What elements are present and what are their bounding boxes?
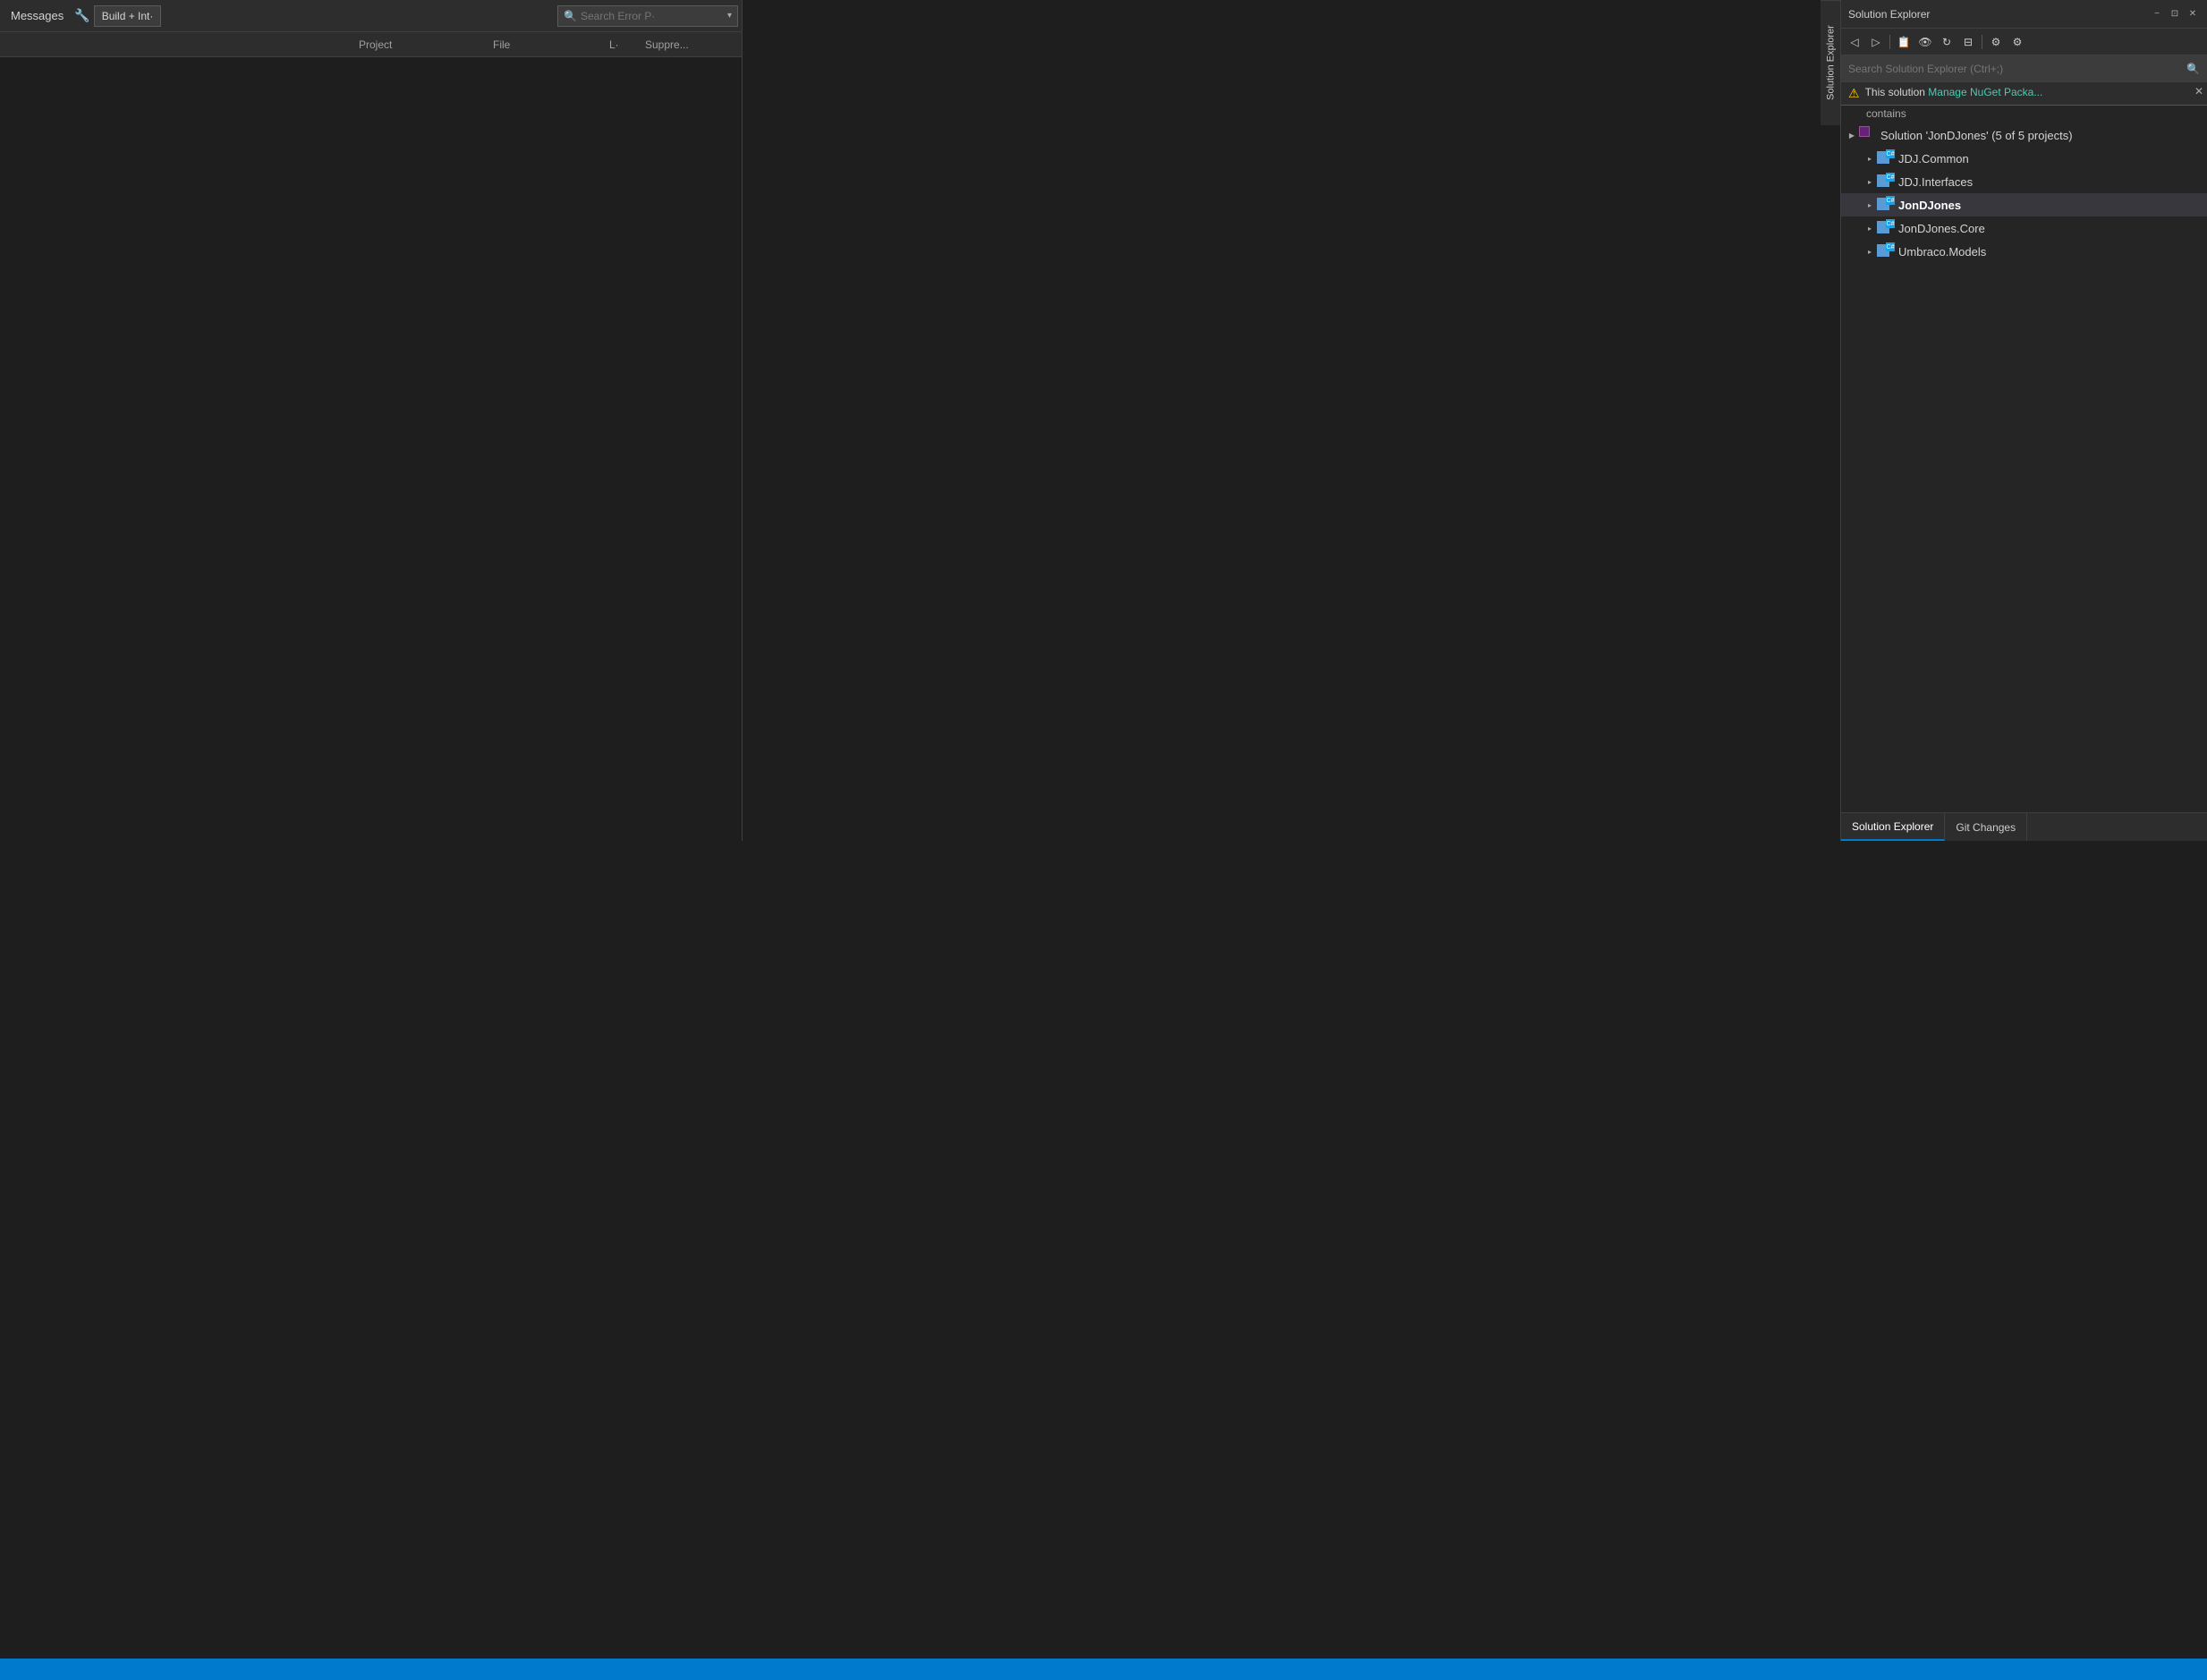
jdj-interfaces-label: JDJ.Interfaces — [1898, 175, 1973, 189]
umbraco-models-icon: C# — [1877, 242, 1895, 260]
error-list-columns: Project File L· Suppre... — [0, 32, 742, 57]
solution-explorer-panel: Solution Explorer − ⊡ ✕ ◁ ▷ 📋 👁 ↻ ⊟ ⚙ ⚙ … — [1840, 0, 2207, 841]
umbraco-models-expand: ▸ — [1863, 244, 1877, 259]
solution-label: Solution 'JonDJones' (5 of 5 projects) — [1880, 129, 2073, 142]
warning-banner: ⚠ This solution Manage NuGet Packa... ✕ — [1841, 82, 2207, 106]
jdj-interfaces-expand: ▸ — [1863, 174, 1877, 189]
se-properties-btn[interactable]: 📋 — [1894, 32, 1914, 52]
jondjones-core-expand: ▸ — [1863, 221, 1877, 235]
nuget-link[interactable]: Manage NuGet Packa... — [1928, 86, 2042, 98]
se-refresh-btn[interactable]: ↻ — [1937, 32, 1957, 52]
banner-contains: contains — [1841, 106, 2207, 123]
search-dropdown-icon: ▾ — [727, 11, 732, 21]
jdj-common-icon: C# — [1877, 149, 1895, 167]
se-tree: ▶ Solution 'JonDJones' (5 of 5 projects)… — [1841, 123, 2207, 812]
close-icon[interactable]: ✕ — [2186, 7, 2200, 21]
search-icon: 🔍 — [564, 10, 577, 22]
col-line-header: L· — [609, 38, 645, 51]
solution-icon — [1859, 126, 1877, 144]
project-item-jondjones-core[interactable]: ▸ C# JonDJones.Core — [1841, 216, 2207, 240]
se-forward-btn[interactable]: ▷ — [1866, 32, 1886, 52]
build-int-button[interactable]: Build + Int· — [94, 5, 162, 27]
vertical-tab-solution-explorer[interactable]: Solution Explorer — [1821, 0, 1842, 125]
messages-tab-label: Messages — [4, 5, 71, 26]
dock-icon[interactable]: ⊡ — [2168, 7, 2182, 21]
tab-solution-explorer-label: Solution Explorer — [1852, 820, 1933, 833]
vertical-tab-label: Solution Explorer — [1826, 26, 1837, 101]
project-item-jondjones[interactable]: ▸ C# JonDJones — [1841, 193, 2207, 216]
se-bottom-tabs: Solution Explorer Git Changes — [1841, 812, 2207, 841]
se-search-icon: 🔍 — [2186, 63, 2200, 75]
tab-git-changes-label: Git Changes — [1956, 821, 2016, 834]
jondjones-expand: ▸ — [1863, 198, 1877, 212]
se-filter-btn[interactable]: ⚙ — [1986, 32, 2006, 52]
project-item-jdj-interfaces[interactable]: ▸ C# JDJ.Interfaces — [1841, 170, 2207, 193]
col-suppress-header: Suppre... — [645, 38, 734, 51]
se-collapse-all-btn[interactable]: ⊟ — [1958, 32, 1978, 52]
se-back-btn[interactable]: ◁ — [1845, 32, 1864, 52]
se-search-input[interactable] — [1848, 63, 2183, 75]
toolbar-icon: 🔧 — [74, 8, 89, 23]
se-title-bar: Solution Explorer − ⊡ ✕ — [1841, 0, 2207, 29]
se-title: Solution Explorer — [1848, 8, 2150, 21]
jdj-common-label: JDJ.Common — [1898, 152, 1969, 165]
se-toolbar-sep1 — [1889, 35, 1890, 49]
warning-icon: ⚠ — [1848, 86, 1860, 101]
se-toolbar: ◁ ▷ 📋 👁 ↻ ⊟ ⚙ ⚙ — [1841, 29, 2207, 55]
project-item-jdj-common[interactable]: ▸ C# JDJ.Common — [1841, 147, 2207, 170]
warning-this-solution: This solution — [1865, 86, 1925, 98]
error-list-body — [0, 57, 742, 841]
pin-icon[interactable]: − — [2150, 7, 2164, 21]
solution-expand-icon: ▶ — [1845, 128, 1859, 142]
project-item-umbraco-models[interactable]: ▸ C# Umbraco.Models — [1841, 240, 2207, 263]
se-show-all-btn[interactable]: 👁 — [1915, 32, 1935, 52]
jondjones-core-label: JonDJones.Core — [1898, 222, 1985, 235]
status-bar — [0, 1659, 2207, 1680]
search-error-box: 🔍 ▾ — [557, 5, 738, 27]
search-error-input[interactable] — [581, 10, 724, 22]
col-project-header: Project — [359, 38, 493, 51]
jdj-common-expand: ▸ — [1863, 151, 1877, 165]
se-search-bar: 🔍 — [1841, 55, 2207, 82]
error-list-toolbar: Messages 🔧 Build + Int· 🔍 ▾ — [0, 0, 742, 32]
warning-text-content: This solution Manage NuGet Packa... — [1865, 86, 2200, 98]
se-title-icons: − ⊡ ✕ — [2150, 7, 2200, 21]
umbraco-models-label: Umbraco.Models — [1898, 245, 1986, 259]
col-file-header: File — [493, 38, 609, 51]
jondjones-label: JonDJones — [1898, 199, 1961, 212]
se-settings-btn[interactable]: ⚙ — [2008, 32, 2027, 52]
solution-root-item[interactable]: ▶ Solution 'JonDJones' (5 of 5 projects) — [1841, 123, 2207, 147]
jdj-interfaces-icon: C# — [1877, 173, 1895, 191]
error-list-panel: Messages 🔧 Build + Int· 🔍 ▾ Project File… — [0, 0, 743, 841]
jondjones-icon: C# — [1877, 196, 1895, 214]
banner-close-btn[interactable]: ✕ — [2194, 86, 2203, 97]
jondjones-core-icon: C# — [1877, 219, 1895, 237]
tab-solution-explorer[interactable]: Solution Explorer — [1841, 813, 1945, 841]
tab-git-changes[interactable]: Git Changes — [1945, 813, 2027, 841]
